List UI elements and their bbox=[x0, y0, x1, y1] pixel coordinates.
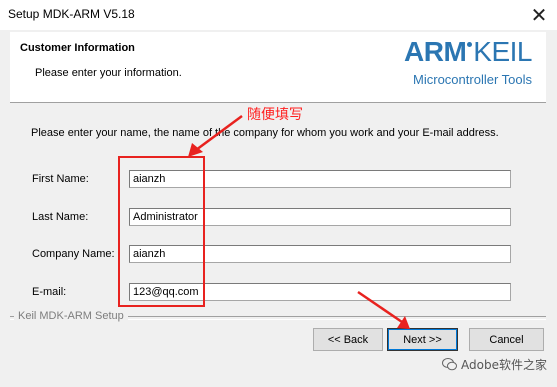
form-prompt: Please enter your name, the name of the … bbox=[31, 127, 499, 139]
back-button[interactable]: << Back bbox=[313, 328, 383, 351]
group-label: Keil MDK-ARM Setup bbox=[14, 310, 128, 322]
header-panel: Customer Information Please enter your i… bbox=[10, 32, 546, 103]
arm-keil-logo: ARM KEIL Microcontroller Tools bbox=[382, 36, 532, 96]
wechat-icon bbox=[442, 358, 458, 371]
annotation-highlight-box bbox=[118, 156, 205, 307]
last-name-label: Last Name: bbox=[32, 211, 89, 223]
watermark: Adobe软件之家 bbox=[442, 356, 547, 373]
window-title: Setup MDK-ARM V5.18 bbox=[8, 7, 135, 21]
next-button[interactable]: Next >> bbox=[387, 328, 458, 351]
cancel-button[interactable]: Cancel bbox=[469, 328, 544, 351]
page-subtitle: Please enter your information. bbox=[35, 67, 182, 79]
logo-text-keil: KEIL bbox=[473, 36, 532, 67]
watermark-text: Adobe软件之家 bbox=[461, 358, 547, 372]
title-bar: Setup MDK-ARM V5.18 ✕ bbox=[0, 0, 557, 30]
first-name-label: First Name: bbox=[32, 173, 89, 185]
setup-window: Setup MDK-ARM V5.18 ✕ Customer Informati… bbox=[0, 0, 557, 387]
close-icon[interactable]: ✕ bbox=[521, 0, 557, 30]
logo-text-arm: ARM bbox=[404, 36, 467, 67]
logo-subtitle: Microcontroller Tools bbox=[413, 72, 532, 87]
annotation-label: 随便填写 bbox=[247, 107, 303, 123]
email-label: E-mail: bbox=[32, 286, 67, 298]
company-name-label: Company Name: bbox=[32, 248, 115, 260]
page-title: Customer Information bbox=[20, 42, 135, 54]
